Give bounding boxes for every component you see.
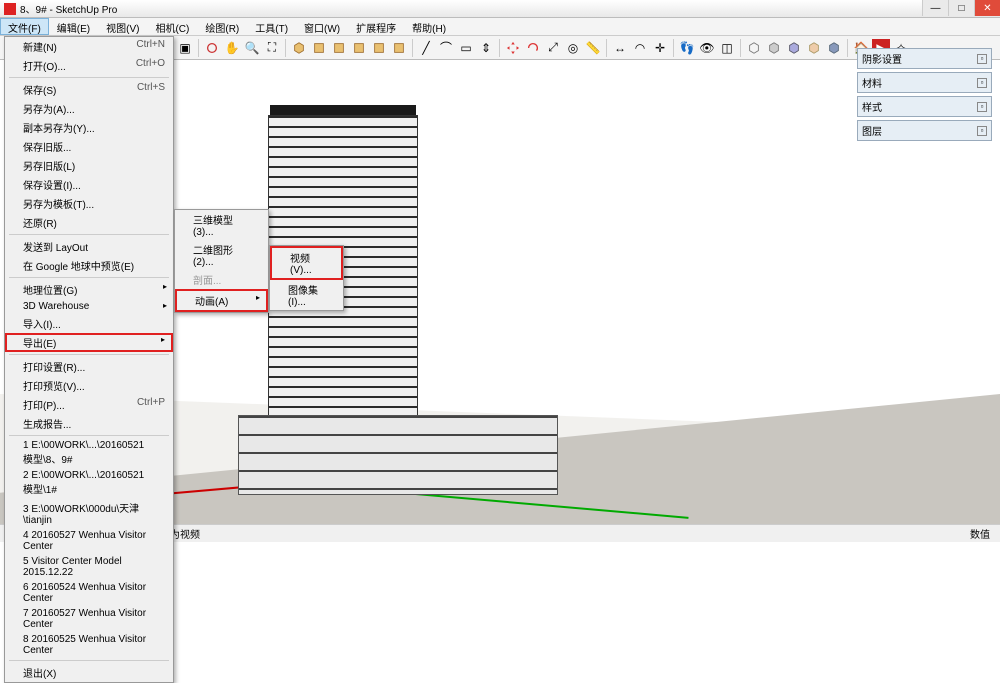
menu-help[interactable]: 帮助(H) — [404, 18, 454, 35]
rotate-icon[interactable] — [524, 39, 542, 57]
menu-window[interactable]: 窗口(W) — [296, 18, 348, 35]
export-menu-item[interactable]: 二维图形(2)... — [175, 240, 268, 270]
file-menu-dropdown: 新建(N)Ctrl+N打开(O)...Ctrl+O 保存(S)Ctrl+S另存为(… — [4, 36, 174, 683]
file-menu-item[interactable]: 导入(I)... — [5, 314, 173, 333]
file-menu-item[interactable]: 退出(X) — [5, 663, 173, 682]
menu-tools[interactable]: 工具(T) — [247, 18, 296, 35]
animation-submenu: 视频(V)...图像集(I)... — [269, 245, 344, 311]
title-bar: 8、9# - SketchUp Pro — □ ✕ — [0, 0, 1000, 18]
top-icon[interactable] — [310, 39, 328, 57]
tray-shadow[interactable]: 阴影设置 ▫ — [857, 48, 992, 69]
export-menu-item: 剖面... — [175, 270, 268, 289]
file-menu-item[interactable]: 1 E:\00WORK\...\20160521模型\8、9# — [5, 438, 173, 468]
tray-collapse-icon[interactable]: ▫ — [977, 102, 987, 112]
file-menu-item[interactable]: 保存(S)Ctrl+S — [5, 80, 173, 99]
file-menu-item[interactable]: 另存为(A)... — [5, 99, 173, 118]
menu-file[interactable]: 文件(F) — [0, 18, 49, 35]
menu-view[interactable]: 视图(V) — [98, 18, 147, 35]
dimension-icon[interactable]: ↔ — [611, 39, 629, 57]
tape-icon[interactable]: 📏 — [584, 39, 602, 57]
move-icon[interactable] — [504, 39, 522, 57]
arc-icon[interactable]: ⌒ — [437, 39, 455, 57]
file-menu-item[interactable]: 另存旧版(L) — [5, 156, 173, 175]
file-menu-item[interactable]: 新建(N)Ctrl+N — [5, 37, 173, 56]
file-menu-item[interactable]: 3D Warehouse — [5, 299, 173, 314]
menu-draw[interactable]: 绘图(R) — [197, 18, 247, 35]
file-menu-item[interactable]: 地理位置(G) — [5, 280, 173, 299]
file-menu-item[interactable]: 打印(P)...Ctrl+P — [5, 395, 173, 414]
file-menu-item[interactable]: 打开(O)...Ctrl+O — [5, 56, 173, 75]
export-submenu: 三维模型(3)...二维图形(2)...剖面...动画(A) — [174, 209, 269, 313]
look-icon[interactable]: 👁 — [698, 39, 716, 57]
app-icon — [4, 3, 16, 15]
anim-menu-item[interactable]: 视频(V)... — [270, 246, 343, 280]
iso-icon[interactable] — [290, 39, 308, 57]
file-menu-item[interactable]: 打印设置(R)... — [5, 357, 173, 376]
pan-icon[interactable]: ✋ — [223, 39, 241, 57]
file-menu-item[interactable]: 4 20160527 Wenhua Visitor Center — [5, 528, 173, 554]
zoom-extents-icon[interactable]: ⛶ — [263, 39, 281, 57]
walk-icon[interactable]: 👣 — [678, 39, 696, 57]
paint-icon[interactable]: ▣ — [176, 39, 194, 57]
file-menu-item[interactable]: 7 20160527 Wenhua Visitor Center — [5, 606, 173, 632]
file-menu-item[interactable]: 3 E:\00WORK\000du\天津\tianjin — [5, 498, 173, 528]
tray-label: 图层 — [862, 123, 882, 138]
style3-icon[interactable] — [785, 39, 803, 57]
front-icon[interactable] — [330, 39, 348, 57]
minimize-button[interactable]: — — [922, 0, 948, 16]
tray-styles[interactable]: 样式 ▫ — [857, 96, 992, 117]
export-menu-item[interactable]: 三维模型(3)... — [175, 210, 268, 240]
push-icon[interactable]: ⇕ — [477, 39, 495, 57]
file-menu-item[interactable]: 6 20160524 Wenhua Visitor Center — [5, 580, 173, 606]
offset-icon[interactable]: ◎ — [564, 39, 582, 57]
file-menu-item[interactable]: 5 Visitor Center Model 2015.12.22 — [5, 554, 173, 580]
file-menu-item[interactable]: 2 E:\00WORK\...\20160521模型\1# — [5, 468, 173, 498]
tray-label: 样式 — [862, 99, 882, 114]
shape-icon[interactable]: ▭ — [457, 39, 475, 57]
right-icon[interactable] — [350, 39, 368, 57]
status-value-label: 数值 — [970, 526, 990, 541]
style4-icon[interactable] — [805, 39, 823, 57]
tray-materials[interactable]: 材料 ▫ — [857, 72, 992, 93]
line-icon[interactable]: ╱ — [417, 39, 435, 57]
file-menu-item[interactable]: 在 Google 地球中预览(E) — [5, 256, 173, 275]
axes-icon[interactable]: ✛ — [651, 39, 669, 57]
tray-layers[interactable]: 图层 ▫ — [857, 120, 992, 141]
file-menu-item[interactable]: 保存旧版... — [5, 137, 173, 156]
file-menu-item[interactable]: 8 20160525 Wenhua Visitor Center — [5, 632, 173, 658]
orbit-icon[interactable] — [203, 39, 221, 57]
tray-panel: 阴影设置 ▫ 材料 ▫ 样式 ▫ 图层 ▫ — [857, 48, 992, 144]
protractor-icon[interactable]: ◠ — [631, 39, 649, 57]
close-button[interactable]: ✕ — [974, 0, 1000, 16]
section-icon[interactable]: ◫ — [718, 39, 736, 57]
file-menu-item[interactable]: 发送到 LayOut — [5, 237, 173, 256]
style2-icon[interactable] — [765, 39, 783, 57]
file-menu-item[interactable]: 导出(E) — [5, 333, 173, 352]
file-menu-item[interactable]: 生成报告... — [5, 414, 173, 433]
file-menu-item[interactable]: 还原(R) — [5, 213, 173, 232]
menu-bar: 文件(F) 编辑(E) 视图(V) 相机(C) 绘图(R) 工具(T) 窗口(W… — [0, 18, 1000, 36]
file-menu-item[interactable]: 另存为模板(T)... — [5, 194, 173, 213]
export-menu-item[interactable]: 动画(A) — [175, 289, 268, 312]
tray-label: 阴影设置 — [862, 51, 902, 66]
tray-collapse-icon[interactable]: ▫ — [977, 54, 987, 64]
menu-edit[interactable]: 编辑(E) — [49, 18, 98, 35]
menu-camera[interactable]: 相机(C) — [147, 18, 197, 35]
left-icon[interactable] — [390, 39, 408, 57]
file-menu-item[interactable]: 保存设置(I)... — [5, 175, 173, 194]
window-title: 8、9# - SketchUp Pro — [20, 1, 117, 16]
style1-icon[interactable] — [745, 39, 763, 57]
tray-label: 材料 — [862, 75, 882, 90]
tray-collapse-icon[interactable]: ▫ — [977, 126, 987, 136]
file-menu-item[interactable]: 副本另存为(Y)... — [5, 118, 173, 137]
maximize-button[interactable]: □ — [948, 0, 974, 16]
back-icon[interactable] — [370, 39, 388, 57]
zoom-icon[interactable]: 🔍 — [243, 39, 261, 57]
file-menu-item[interactable]: 打印预览(V)... — [5, 376, 173, 395]
tray-collapse-icon[interactable]: ▫ — [977, 78, 987, 88]
style5-icon[interactable] — [825, 39, 843, 57]
scale-icon[interactable]: ⤢ — [544, 39, 562, 57]
anim-menu-item[interactable]: 图像集(I)... — [270, 280, 343, 310]
menu-extensions[interactable]: 扩展程序 — [348, 18, 404, 35]
